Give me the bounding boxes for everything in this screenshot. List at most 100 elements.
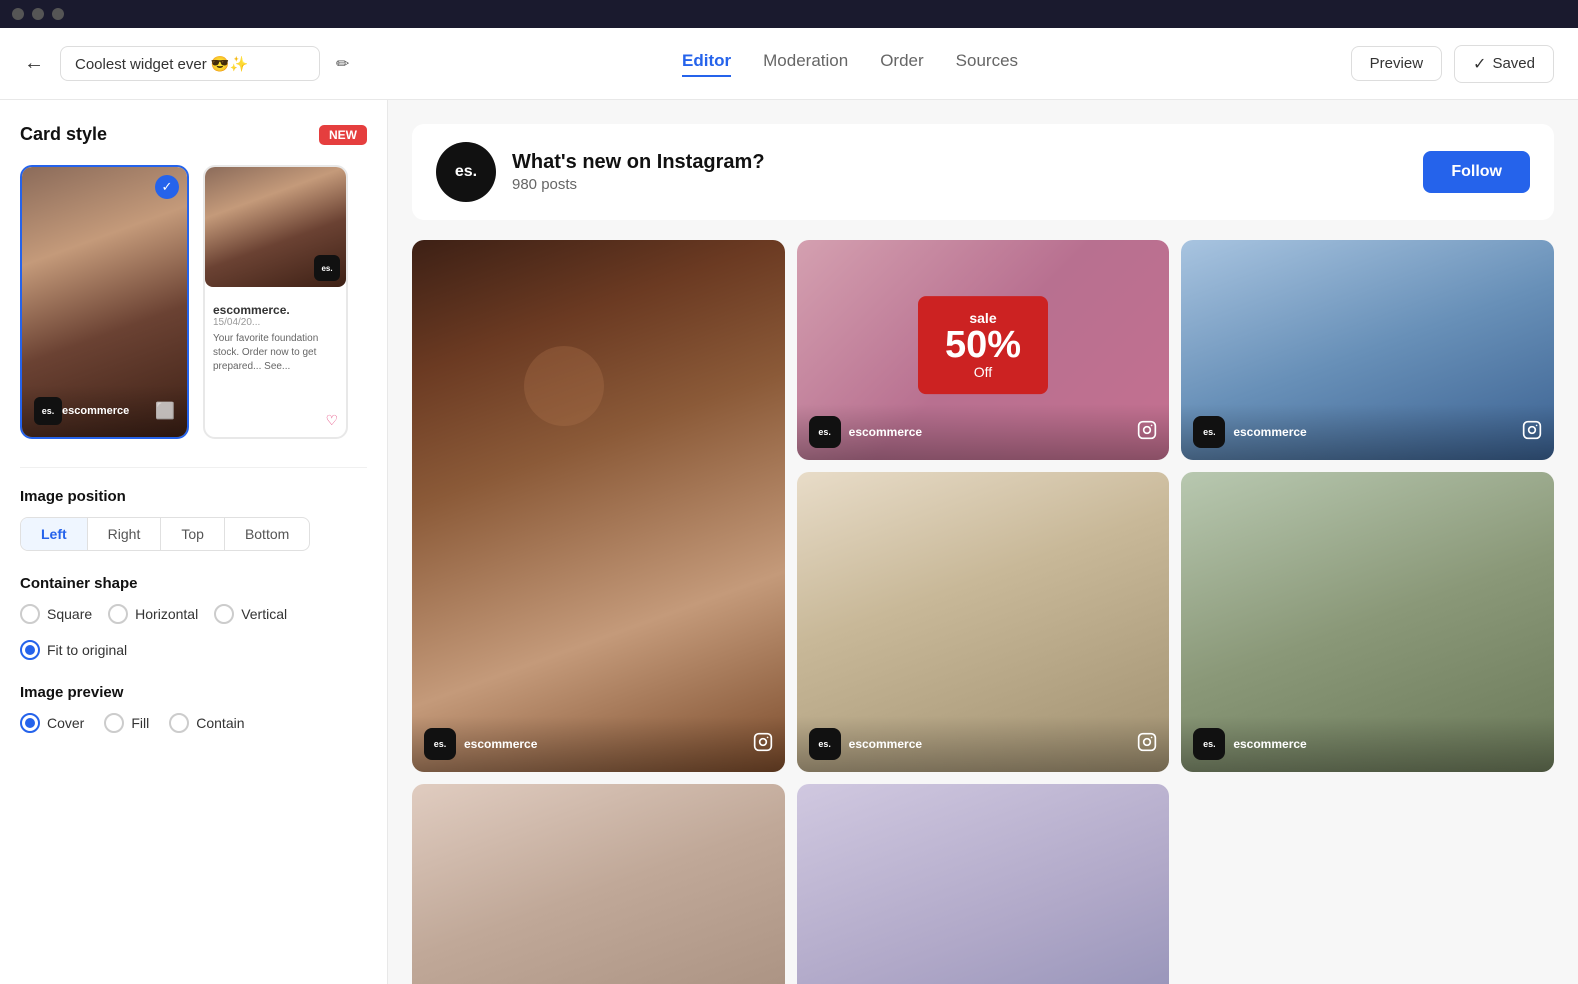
back-button[interactable]: ← bbox=[24, 52, 44, 75]
preview-button[interactable]: Preview bbox=[1351, 46, 1442, 81]
widget-title-input[interactable] bbox=[60, 46, 320, 81]
feed-count: 980 posts bbox=[512, 176, 1407, 193]
feed-info: What's new on Instagram? 980 posts bbox=[512, 151, 1407, 193]
card-2-text: Your favorite foundation stock. Order no… bbox=[213, 332, 338, 374]
image-preview-title: Image preview bbox=[20, 684, 367, 701]
shape-options: Square Horizontal Vertical Fit to origin… bbox=[20, 604, 367, 660]
shape-square[interactable]: Square bbox=[20, 604, 92, 624]
position-left[interactable]: Left bbox=[21, 518, 87, 550]
card-style-1-image: ✓ es. escommerce ⬜ bbox=[22, 167, 187, 437]
preview-cover-label: Cover bbox=[47, 715, 84, 731]
grid-username-1: escommerce bbox=[464, 737, 537, 751]
saved-check-icon: ✓ bbox=[1473, 54, 1486, 74]
position-top[interactable]: Top bbox=[160, 518, 224, 550]
titlebar-dot-1 bbox=[12, 8, 24, 20]
radio-fit bbox=[20, 640, 40, 660]
sidebar-header: Card style NEW bbox=[20, 124, 367, 145]
grid-logo-1: es. bbox=[424, 728, 456, 760]
preview-fill-label: Fill bbox=[131, 715, 149, 731]
feed-logo: es. bbox=[436, 142, 496, 202]
card-2-instagram-icon: ♡ bbox=[325, 412, 338, 429]
grid-item-fashion[interactable]: es. escommerce bbox=[1181, 240, 1554, 460]
grid-username-2: escommerce bbox=[849, 425, 922, 439]
preview-fill[interactable]: Fill bbox=[104, 713, 149, 733]
grid-item-fashion-overlay: es. escommerce bbox=[1181, 404, 1554, 460]
titlebar-dot-2 bbox=[32, 8, 44, 20]
titlebar bbox=[0, 0, 1578, 28]
titlebar-dot-3 bbox=[52, 8, 64, 20]
grid-item-shoes-overlay: es. escommerce bbox=[797, 716, 1170, 772]
new-badge: NEW bbox=[319, 125, 367, 145]
grid-item-shoes[interactable]: es. escommerce bbox=[797, 472, 1170, 772]
card-1-brand: escommerce bbox=[62, 405, 129, 417]
grid-item-clothing-store[interactable]: es. escommerce bbox=[1181, 472, 1554, 772]
follow-button[interactable]: Follow bbox=[1423, 151, 1530, 193]
grid-username-3: escommerce bbox=[1233, 425, 1306, 439]
grid-item-sale[interactable]: sale 50% Off es. escommerce bbox=[797, 240, 1170, 460]
topnav: ← ✏ Editor Moderation Order Sources Prev… bbox=[0, 28, 1578, 100]
card-2-username: escommerce. bbox=[213, 303, 338, 317]
nav-actions: Preview ✓ Saved bbox=[1351, 45, 1554, 83]
card-check-icon: ✓ bbox=[155, 175, 179, 199]
card-2-date: 15/04/20... bbox=[213, 317, 338, 328]
preview-contain[interactable]: Contain bbox=[169, 713, 244, 733]
grid-item-two-people[interactable]: es. escommerce bbox=[797, 784, 1170, 984]
shape-fit-label: Fit to original bbox=[47, 642, 127, 658]
grid-item-store-overlay: es. escommerce bbox=[1181, 716, 1554, 772]
position-right[interactable]: Right bbox=[87, 518, 161, 550]
card-style-title: Card style bbox=[20, 124, 107, 145]
preview-cover[interactable]: Cover bbox=[20, 713, 84, 733]
image-position-section: Image position Left Right Top Bottom bbox=[20, 488, 367, 551]
main-layout: Card style NEW ✓ es. escommerce ⬜ es. bbox=[0, 100, 1578, 984]
grid-item-flowers[interactable]: es. escommerce bbox=[412, 784, 785, 984]
card-2-image: es. bbox=[205, 167, 346, 287]
grid-insta-2 bbox=[1137, 420, 1157, 445]
sale-off: Off bbox=[936, 364, 1030, 380]
shape-horizontal[interactable]: Horizontal bbox=[108, 604, 198, 624]
shape-vertical-label: Vertical bbox=[241, 606, 287, 622]
tab-moderation[interactable]: Moderation bbox=[763, 51, 848, 77]
container-shape-section: Container shape Square Horizontal Vertic… bbox=[20, 575, 367, 660]
sale-badge: sale 50% Off bbox=[918, 296, 1048, 394]
sidebar: Card style NEW ✓ es. escommerce ⬜ es. bbox=[0, 100, 388, 984]
radio-horizontal bbox=[108, 604, 128, 624]
image-preview-section: Image preview Cover Fill Contain bbox=[20, 684, 367, 733]
radio-vertical bbox=[214, 604, 234, 624]
radio-square bbox=[20, 604, 40, 624]
card-2-content: escommerce. 15/04/20... Your favorite fo… bbox=[205, 295, 346, 382]
card-1-logo: es. bbox=[34, 397, 62, 425]
feed-title: What's new on Instagram? bbox=[512, 151, 1407, 174]
grid-logo-5: es. bbox=[1193, 728, 1225, 760]
edit-icon[interactable]: ✏ bbox=[336, 54, 349, 74]
shape-vertical[interactable]: Vertical bbox=[214, 604, 287, 624]
preview-options: Cover Fill Contain bbox=[20, 713, 367, 733]
grid-logo-4: es. bbox=[809, 728, 841, 760]
shape-horizontal-label: Horizontal bbox=[135, 606, 198, 622]
container-shape-title: Container shape bbox=[20, 575, 367, 592]
sale-percent: 50% bbox=[936, 326, 1030, 364]
card-style-2[interactable]: es. escommerce. 15/04/20... Your favorit… bbox=[203, 165, 348, 439]
preview-contain-label: Contain bbox=[196, 715, 244, 731]
grid-logo-3: es. bbox=[1193, 416, 1225, 448]
grid-insta-3 bbox=[1522, 420, 1542, 445]
saved-button[interactable]: ✓ Saved bbox=[1454, 45, 1554, 83]
grid-insta-4 bbox=[1137, 732, 1157, 757]
feed-header: es. What's new on Instagram? 980 posts F… bbox=[412, 124, 1554, 220]
grid-item-woman-face[interactable]: es. escommerce bbox=[412, 240, 785, 772]
card-style-1[interactable]: ✓ es. escommerce ⬜ bbox=[20, 165, 189, 439]
radio-contain bbox=[169, 713, 189, 733]
saved-label: Saved bbox=[1492, 55, 1535, 72]
grid-username-5: escommerce bbox=[1233, 737, 1306, 751]
image-grid: es. escommerce sale 50% Off es. bbox=[412, 240, 1554, 984]
radio-fit-inner bbox=[25, 645, 35, 655]
card-2-logo: es. bbox=[314, 255, 340, 281]
shape-fit[interactable]: Fit to original bbox=[20, 640, 127, 660]
tab-order[interactable]: Order bbox=[880, 51, 923, 77]
nav-tabs: Editor Moderation Order Sources bbox=[682, 51, 1018, 77]
divider-1 bbox=[20, 467, 367, 468]
position-bottom[interactable]: Bottom bbox=[224, 518, 309, 550]
tab-editor[interactable]: Editor bbox=[682, 51, 731, 77]
radio-cover-inner bbox=[25, 718, 35, 728]
card-style-options: ✓ es. escommerce ⬜ es. escommerce. 15/04… bbox=[20, 165, 367, 439]
tab-sources[interactable]: Sources bbox=[956, 51, 1018, 77]
